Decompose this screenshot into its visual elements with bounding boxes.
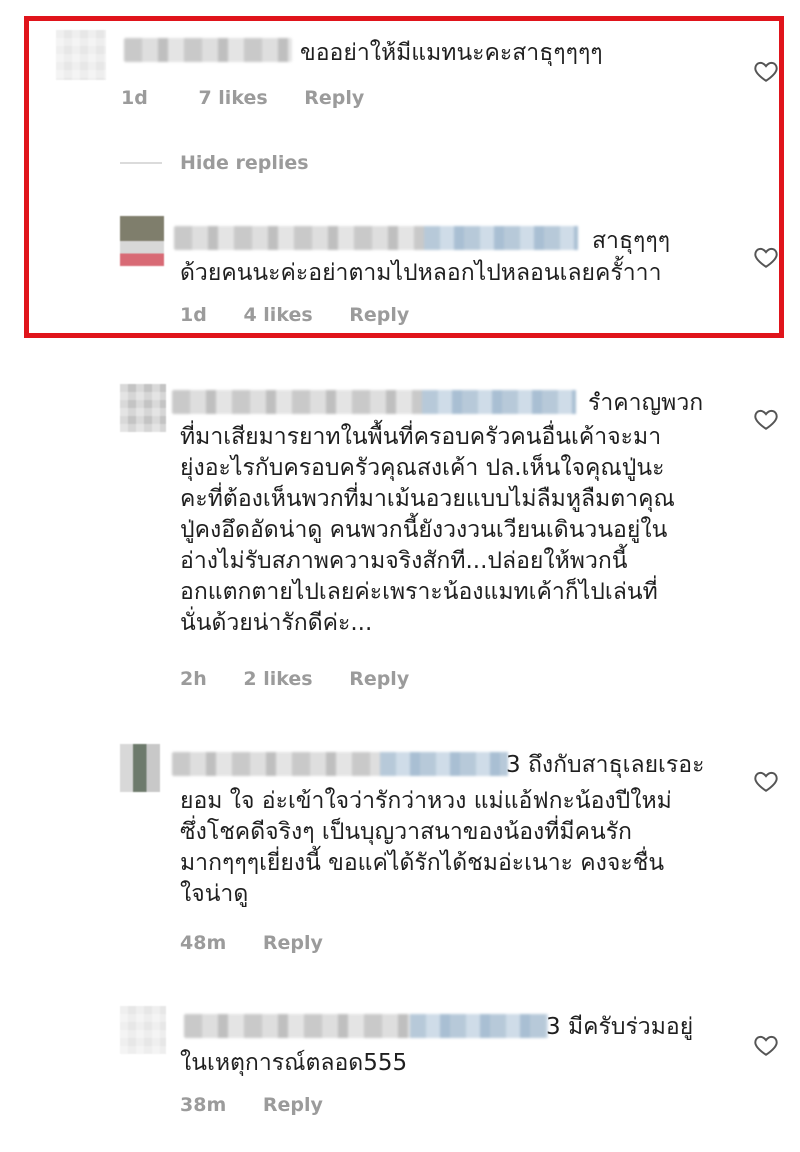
comment-text-line: ที่มาเสียมารยาทในพื้นที่ครอบครัวคนอื่นเค…: [180, 424, 662, 450]
comment-text-line: ในเหตุการณ์ตลอด555: [180, 1050, 408, 1076]
comment-text-first-line: 3 มีครับร่วมอยู่: [546, 1014, 694, 1040]
username-blurred[interactable]: [172, 390, 576, 414]
avatar[interactable]: [120, 216, 164, 266]
comment-meta: 2h 2 likes Reply: [180, 668, 439, 690]
comment-text-line: ยุ่งอะไรกับครอบครัวคุณสงเค้า ปล.เห็นใจคุ…: [180, 455, 665, 481]
avatar[interactable]: [120, 1006, 166, 1054]
reply-button[interactable]: Reply: [263, 1094, 323, 1116]
reply-likes[interactable]: 4 likes: [243, 304, 312, 326]
reply-button[interactable]: Reply: [349, 668, 409, 690]
username-blurred[interactable]: [172, 752, 508, 776]
comment-text-line: มากๆๆๆเยี่ยงนี้ ขอแค่ได้รักได้ชมอ่ะเนาะ …: [180, 850, 665, 876]
comment-text: ขออย่าให้มีแมทนะคะสาธุๆๆๆๆ: [300, 40, 603, 66]
comment-text-line: ซึ่งโชคดีจริงๆ เป็นบุญวาสนาของน้องที่มีค…: [180, 819, 632, 845]
comment-age: 38m: [180, 1094, 227, 1116]
heart-icon[interactable]: [753, 58, 779, 84]
avatar[interactable]: [120, 384, 166, 432]
comment-text-line: ปู่คงอึดอัดน่าดู คนพวกนี้ยังวงวนเวียนเดิ…: [180, 517, 668, 543]
comment-meta: 1d 7 likes Reply: [121, 87, 394, 109]
reply-button[interactable]: Reply: [263, 932, 323, 954]
comment-meta: 38m Reply: [180, 1094, 353, 1116]
heart-icon[interactable]: [753, 1032, 779, 1058]
hide-replies-button[interactable]: Hide replies: [120, 152, 309, 174]
comment-age: 1d: [121, 87, 148, 109]
reply-button[interactable]: Reply: [304, 87, 364, 109]
comment-text-first-line: 3 ถึงกับสาธุเลยเรอะ: [506, 752, 705, 778]
comment-age: 48m: [180, 932, 227, 954]
comment-text-first-line: รำคาญพวก: [588, 390, 704, 416]
comment-likes[interactable]: 7 likes: [198, 87, 267, 109]
comment-text-line: ยอม ใจ อ่ะเข้าใจว่ารักว่าหวง แม่แอ้ฟกะน้…: [180, 788, 672, 814]
heart-icon[interactable]: [753, 768, 779, 794]
hide-replies-label: Hide replies: [180, 152, 309, 174]
comment-likes[interactable]: 2 likes: [243, 668, 312, 690]
username-blurred[interactable]: [184, 1014, 548, 1038]
comment-text-line: คะที่ต้องเห็นพวกที่มาเม้นอวยแบบไม่ลืมหูล…: [180, 486, 675, 512]
divider-line: [120, 162, 162, 164]
heart-icon[interactable]: [753, 406, 779, 432]
comment-age: 2h: [180, 668, 207, 690]
avatar[interactable]: [56, 30, 106, 80]
comment-text-line: ใจน่าดู: [180, 881, 249, 907]
comment-text-line: นั่นด้วยน่ารักดีค่ะ...: [180, 610, 373, 636]
username-blurred[interactable]: [174, 226, 578, 250]
username-blurred[interactable]: [124, 38, 292, 62]
comment-text-line: อกแตกตายไปเลยค่ะเพราะน้องแมทเค้าก็ไปเล่น…: [180, 579, 658, 605]
reply-text-line1: สาธุ​ๆๆๆ: [592, 228, 671, 254]
comment-text-line: อ่างไม่รับสภาพความจริงสักที...ปล่อยให้พว…: [180, 548, 628, 574]
reply-age: 1d: [180, 304, 207, 326]
reply-button[interactable]: Reply: [349, 304, 409, 326]
reply-text-line2: ด้วยคนนะค่ะอย่าตามไปหลอกไปหลอนเลยครั้าาา: [180, 260, 662, 286]
heart-icon[interactable]: [753, 244, 779, 270]
reply-meta: 1d 4 likes Reply: [180, 304, 439, 326]
comment-meta: 48m Reply: [180, 932, 353, 954]
avatar[interactable]: [120, 744, 160, 792]
